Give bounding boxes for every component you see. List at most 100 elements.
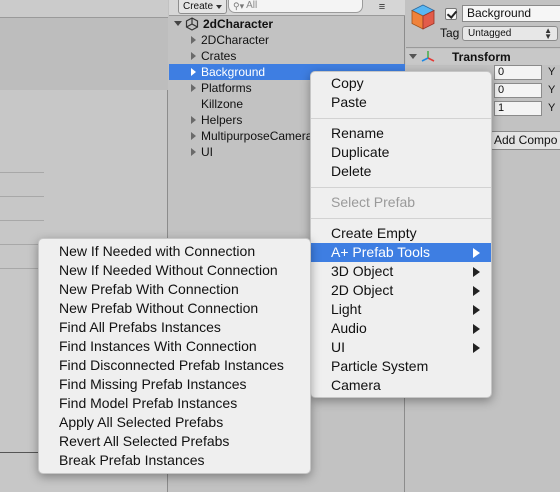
menu-item-label: 3D Object	[331, 263, 394, 279]
tree-root-label: 2dCharacter	[203, 17, 274, 31]
menu-item-copy[interactable]: Copy	[311, 74, 491, 93]
submenu-item-find-disconnected-prefab-instances[interactable]: Find Disconnected Prefab Instances	[39, 356, 310, 375]
expand-arrow-icon[interactable]	[191, 68, 196, 76]
transform-axes-icon	[421, 51, 435, 62]
expand-arrow-icon[interactable]	[174, 21, 182, 26]
lock-icon[interactable]: ≡	[372, 0, 392, 14]
expand-arrow-icon[interactable]	[191, 148, 196, 156]
submenu-item-new-prefab-without-connection[interactable]: New Prefab Without Connection	[39, 299, 310, 318]
tree-row-label: Killzone	[201, 97, 244, 111]
menu-item-camera[interactable]: Camera	[311, 376, 491, 395]
menu-item-light[interactable]: Light	[311, 300, 491, 319]
tree-row-label: Helpers	[201, 113, 243, 127]
menu-item-label: Camera	[331, 377, 381, 393]
submenu-item-apply-all-selected-prefabs[interactable]: Apply All Selected Prefabs	[39, 413, 310, 432]
submenu-item-break-prefab-instances[interactable]: Break Prefab Instances	[39, 451, 310, 470]
submenu-item-find-instances-with-connection[interactable]: Find Instances With Connection	[39, 337, 310, 356]
menu-item-label: Create Empty	[331, 225, 417, 241]
tag-value: Untagged	[468, 28, 512, 39]
tree-row-root[interactable]: 2dCharacter	[169, 16, 405, 32]
menu-item-label: Duplicate	[331, 144, 390, 160]
menu-item-label: UI	[331, 339, 345, 355]
tree-row-label: Background	[201, 65, 266, 79]
submenu-item-new-if-needed-without-connection[interactable]: New If Needed Without Connection	[39, 261, 310, 280]
menu-item-delete[interactable]: Delete	[311, 162, 491, 181]
submenu-arrow-icon	[473, 286, 480, 296]
add-component-button[interactable]: Add Compo	[490, 131, 560, 150]
menu-item-label: Select Prefab	[331, 194, 416, 210]
tree-row-label: 2DCharacter	[201, 33, 270, 47]
create-button[interactable]: Create	[178, 0, 228, 14]
menu-item-a-prefab-tools[interactable]: A+ Prefab Tools	[311, 243, 491, 262]
menu-item-paste[interactable]: Paste	[311, 93, 491, 112]
menu-item-audio[interactable]: Audio	[311, 319, 491, 338]
fold-arrow-icon[interactable]	[409, 54, 417, 59]
active-checkbox[interactable]	[445, 8, 457, 20]
transform-header[interactable]: Transform	[406, 49, 560, 65]
search-icon: ⚲▾	[233, 1, 245, 11]
scene-grid-line	[0, 220, 44, 221]
scene-grid-line	[0, 172, 44, 173]
menu-item-label: Copy	[331, 75, 364, 91]
search-placeholder: All	[246, 0, 258, 11]
menu-item-create-empty[interactable]: Create Empty	[311, 224, 491, 243]
submenu-item-revert-all-selected-prefabs[interactable]: Revert All Selected Prefabs	[39, 432, 310, 451]
expand-arrow-icon[interactable]	[191, 52, 196, 60]
submenu-item-find-model-prefab-instances[interactable]: Find Model Prefab Instances	[39, 394, 310, 413]
expand-arrow-icon[interactable]	[191, 84, 196, 92]
menu-item-3d-object[interactable]: 3D Object	[311, 262, 491, 281]
menu-item-duplicate[interactable]: Duplicate	[311, 143, 491, 162]
submenu-arrow-icon	[473, 343, 480, 353]
menu-item-label: Light	[331, 301, 362, 317]
updown-icon: ▲ ▼	[544, 26, 552, 41]
tag-label: Tag	[440, 26, 460, 40]
submenu-arrow-icon	[473, 305, 480, 315]
menu-item-rename[interactable]: Rename	[311, 124, 491, 143]
gameobject-cube-icon	[411, 4, 435, 30]
unity-scene-icon	[185, 17, 199, 31]
menu-item-label: Particle System	[331, 358, 429, 374]
tree-row-label: Crates	[201, 49, 237, 63]
expand-arrow-icon[interactable]	[191, 116, 196, 124]
submenu-item-new-if-needed-with-connection[interactable]: New If Needed with Connection	[39, 242, 310, 261]
rotation-y-field[interactable]: 0	[494, 83, 542, 98]
position-y-field[interactable]: 0	[494, 65, 542, 80]
tree-row-label: MultipurposeCamera	[201, 129, 313, 143]
hierarchy-toolbar: Create ⚲▾ All ≡	[169, 0, 405, 16]
scale-y-field[interactable]: 1	[494, 101, 542, 116]
submenu-arrow-icon	[473, 248, 480, 258]
scene-view-area[interactable]	[0, 18, 168, 90]
tree-row-crates[interactable]: Crates	[169, 48, 405, 64]
submenu-item-new-prefab-with-connection[interactable]: New Prefab With Connection	[39, 280, 310, 299]
menu-item-label: Paste	[331, 94, 367, 110]
scene-divider	[0, 452, 40, 453]
rotation-axis-label: Y	[548, 84, 556, 96]
submenu-arrow-icon	[473, 324, 480, 334]
context-menu: Copy Paste Rename Duplicate Delete Select Pre…	[310, 71, 492, 398]
menu-item-label: 2D Object	[331, 282, 394, 298]
menu-item-label: Delete	[331, 163, 372, 179]
tree-row-label: Platforms	[201, 81, 252, 95]
position-axis-label: Y	[548, 66, 556, 78]
expand-arrow-icon[interactable]	[191, 132, 196, 140]
menu-item-particle-system[interactable]: Particle System	[311, 357, 491, 376]
transform-title: Transform	[452, 50, 511, 64]
create-label: Create	[183, 0, 214, 12]
hierarchy-search-input[interactable]: ⚲▾ All	[228, 0, 363, 13]
menu-item-label: Audio	[331, 320, 367, 336]
tag-dropdown[interactable]: Untagged ▲ ▼	[462, 26, 558, 41]
object-name-field[interactable]: Background	[462, 5, 560, 22]
scene-toolbar	[0, 0, 168, 18]
expand-arrow-icon[interactable]	[191, 36, 196, 44]
menu-separator	[311, 187, 491, 188]
tree-row-2dcharacter[interactable]: 2DCharacter	[169, 32, 405, 48]
inspector-divider	[406, 47, 560, 48]
menu-item-label: A+ Prefab Tools	[331, 244, 430, 260]
prefab-tools-submenu: New If Needed with Connection New If Need…	[38, 238, 311, 474]
menu-item-label: Rename	[331, 125, 384, 141]
menu-item-ui[interactable]: UI	[311, 338, 491, 357]
menu-item-2d-object[interactable]: 2D Object	[311, 281, 491, 300]
submenu-item-find-all-prefabs-instances[interactable]: Find All Prefabs Instances	[39, 318, 310, 337]
scene-grid-line	[0, 196, 44, 197]
submenu-item-find-missing-prefab-instances[interactable]: Find Missing Prefab Instances	[39, 375, 310, 394]
